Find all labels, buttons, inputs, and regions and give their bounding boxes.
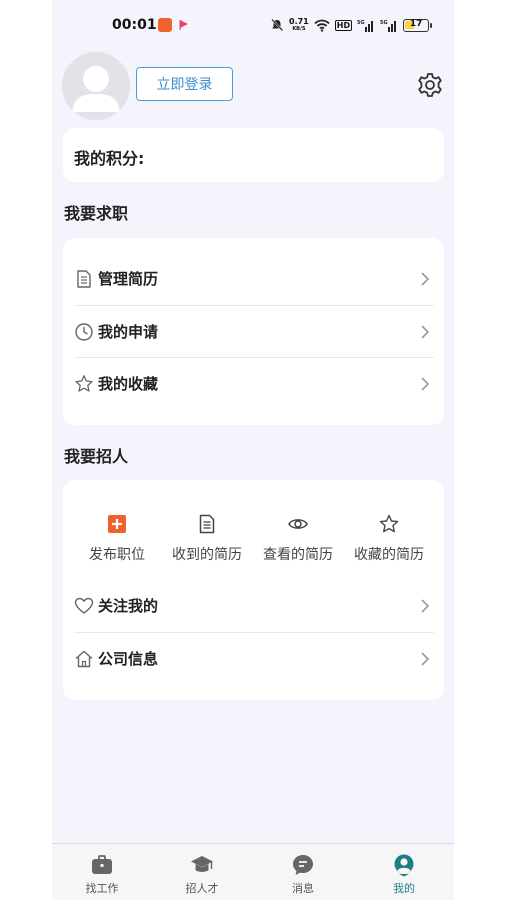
bottom-tab-bar: 找工作 招人才 消息 我的: [52, 843, 454, 900]
battery-icon: 17: [403, 18, 433, 32]
flag-notification-icon: [179, 20, 188, 30]
points-card: 我的积分:: [63, 128, 444, 182]
manage-resume-label: 管理简历: [98, 270, 159, 288]
document-icon: [77, 270, 91, 288]
points-label: 我的积分:: [74, 149, 145, 168]
viewed-resumes-button[interactable]: 查看的简历: [252, 510, 344, 570]
my-favorites-label: 我的收藏: [98, 375, 159, 393]
tab-find-job-label: 找工作: [85, 882, 119, 895]
chevron-right-icon: [421, 377, 430, 391]
post-job-button[interactable]: 发布职位: [71, 510, 163, 570]
my-applications-label: 我的申请: [98, 323, 159, 341]
home-icon: [75, 650, 93, 668]
hd-badge: HD: [334, 19, 353, 31]
tab-messages-label: 消息: [292, 882, 314, 895]
company-info-row[interactable]: 公司信息: [74, 633, 434, 685]
signal-icon-2: 5G: [380, 20, 397, 32]
battery-level: 17: [409, 18, 423, 29]
tab-recruit-label: 招人才: [185, 882, 219, 895]
heart-icon: [74, 597, 94, 614]
status-icons: 0.71 KB/S HD 5G 5G 17: [270, 16, 433, 34]
favorited-resumes-label: 收藏的简历: [354, 547, 424, 563]
briefcase-icon: [92, 855, 112, 874]
post-job-label: 发布职位: [89, 547, 145, 563]
chevron-right-icon: [421, 272, 430, 286]
document-icon: [199, 514, 215, 534]
job-seeking-title: 我要求职: [64, 204, 129, 223]
recruiting-card: 发布职位 收到的简历 查看的简历 收藏的简历 关注我的 公司信息: [63, 480, 444, 700]
user-icon: [394, 854, 414, 877]
job-seeking-card: 管理简历 我的申请 我的收藏: [63, 238, 444, 425]
svg-text:5G: 5G: [380, 20, 388, 26]
company-info-label: 公司信息: [98, 650, 159, 668]
tab-find-job[interactable]: 找工作: [52, 844, 152, 900]
plus-square-icon: [108, 515, 126, 533]
followers-row[interactable]: 关注我的: [74, 580, 434, 632]
gear-icon[interactable]: [416, 71, 444, 99]
status-bar: 00:01 0.71 KB/S HD 5G 5G 17: [52, 0, 454, 50]
favorited-resumes-button[interactable]: 收藏的简历: [343, 510, 435, 570]
received-resumes-button[interactable]: 收到的简历: [161, 510, 253, 570]
tab-recruit[interactable]: 招人才: [152, 844, 252, 900]
recruiting-title: 我要招人: [64, 447, 129, 466]
profile-screen: 00:01 0.71 KB/S HD 5G 5G 17 立即登录 我的积分: 我…: [52, 0, 454, 900]
star-icon: [75, 375, 93, 392]
signal-icon: 5G: [357, 20, 374, 32]
clock-icon: [75, 323, 93, 341]
mute-bell-icon: [271, 18, 284, 32]
my-favorites-row[interactable]: 我的收藏: [74, 358, 434, 410]
net-speed-unit: KB/S: [292, 26, 306, 32]
chevron-right-icon: [421, 325, 430, 339]
manage-resume-row[interactable]: 管理简历: [74, 253, 434, 305]
star-icon: [379, 514, 399, 533]
chevron-right-icon: [421, 652, 430, 666]
app-notification-icon: [158, 18, 172, 32]
chat-icon: [293, 855, 313, 875]
eye-icon: [288, 519, 308, 529]
graduation-cap-icon: [191, 856, 213, 872]
tab-messages[interactable]: 消息: [253, 844, 353, 900]
net-speed-value: 0.71: [289, 17, 309, 26]
tab-mine[interactable]: 我的: [354, 844, 454, 900]
viewed-resumes-label: 查看的简历: [263, 547, 333, 563]
chevron-right-icon: [421, 599, 430, 613]
wifi-icon: [314, 19, 330, 32]
followers-label: 关注我的: [98, 597, 159, 615]
status-time: 00:01: [112, 17, 157, 33]
avatar[interactable]: [62, 52, 130, 120]
tab-mine-label: 我的: [393, 882, 415, 895]
net-speed: 0.71 KB/S: [289, 17, 309, 33]
svg-text:5G: 5G: [357, 20, 365, 26]
login-button[interactable]: 立即登录: [136, 67, 233, 101]
user-silhouette-icon: [72, 66, 120, 112]
received-resumes-label: 收到的简历: [172, 547, 242, 563]
my-applications-row[interactable]: 我的申请: [74, 306, 434, 358]
